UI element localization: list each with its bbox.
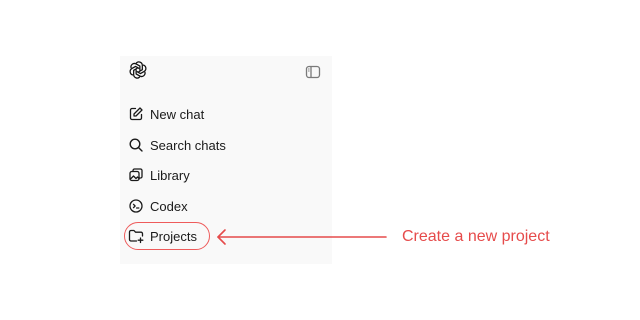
screenshot-stage: New chat Search chats Library Codex Proj… (0, 0, 640, 320)
annotation-label: Create a new project (402, 228, 550, 245)
edit-icon (128, 106, 144, 122)
annotation-arrow (217, 229, 387, 245)
sidebar-item-label: New chat (150, 106, 205, 122)
sidebar-item-new-chat[interactable]: New chat (128, 101, 204, 127)
sidebar-item-codex[interactable]: Codex (128, 193, 188, 219)
search-icon (128, 137, 144, 153)
sidebar-item-label: Library (150, 167, 190, 183)
sidebar-toggle-icon[interactable] (305, 64, 321, 80)
library-icon (128, 167, 144, 183)
sidebar-item-library[interactable]: Library (128, 162, 190, 188)
sidebar-item-label: Projects (150, 228, 197, 244)
sidebar-item-search-chats[interactable]: Search chats (128, 132, 226, 158)
sidebar-item-label: Search chats (150, 137, 226, 153)
sidebar-item-projects[interactable]: Projects (128, 223, 197, 249)
sidebar-item-label: Codex (150, 198, 188, 214)
codex-icon (128, 198, 144, 214)
folder-plus-icon (128, 228, 144, 244)
openai-logo-icon[interactable] (128, 60, 148, 80)
